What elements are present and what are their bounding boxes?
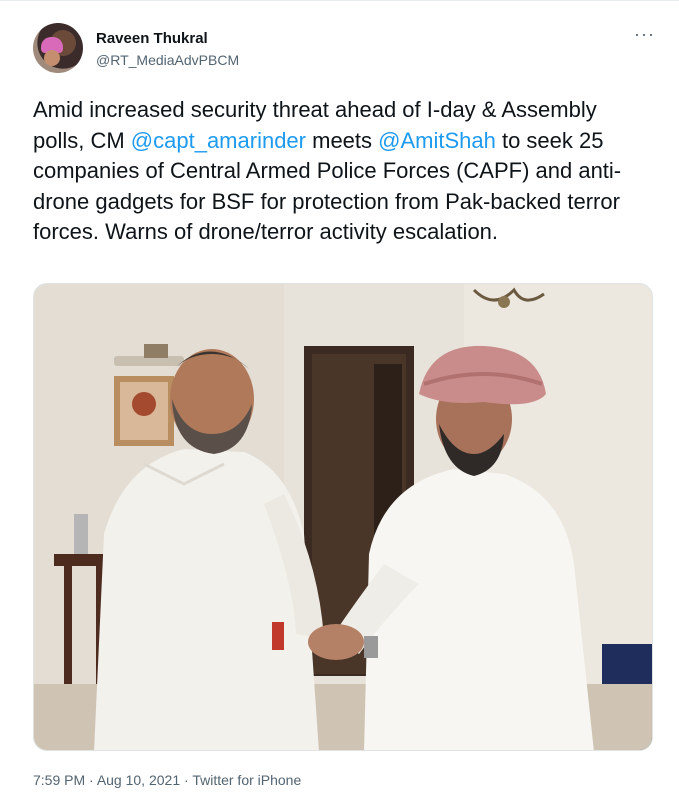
meta-separator: · [180, 772, 193, 788]
tweet-text-part: meets [306, 127, 379, 153]
mention-link[interactable]: @AmitShah [378, 128, 496, 153]
tweet-date[interactable]: Aug 10, 2021 [97, 772, 180, 788]
author-name[interactable]: Raveen Thukral [96, 30, 208, 47]
meta-separator: · [85, 772, 97, 788]
tweet-time[interactable]: 7:59 PM [33, 772, 85, 788]
tweet-card: Raveen Thukral @RT_MediaAdvPBCM ··· Amid… [0, 0, 679, 800]
tweet-photo[interactable] [33, 283, 653, 751]
tweet-meta: 7:59 PM · Aug 10, 2021 · Twitter for iPh… [33, 772, 301, 788]
tweet-source[interactable]: Twitter for iPhone [192, 772, 301, 788]
more-options-icon[interactable]: ··· [634, 25, 655, 43]
tweet-text: Amid increased security threat ahead of … [33, 95, 653, 248]
avatar[interactable] [33, 23, 83, 73]
mention-link[interactable]: @capt_amarinder [131, 128, 306, 153]
author-handle[interactable]: @RT_MediaAdvPBCM [96, 52, 239, 68]
photo-illustration [34, 284, 652, 750]
avatar-face [44, 50, 60, 66]
